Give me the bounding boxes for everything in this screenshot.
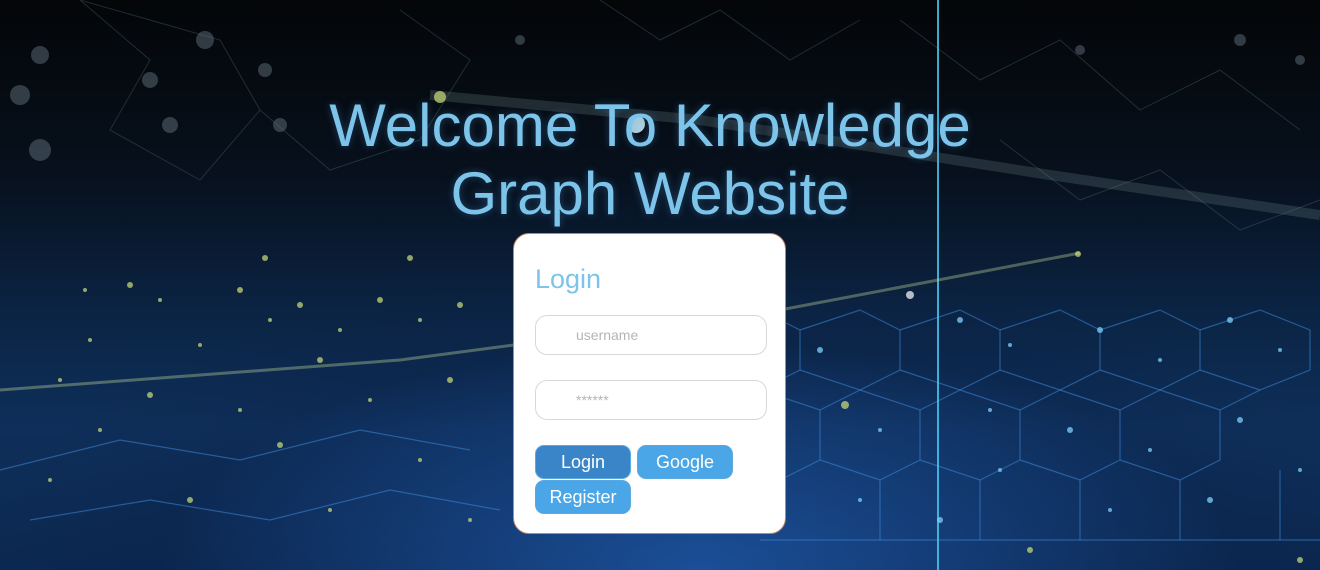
page-title: Welcome To Knowledge Graph Website: [329, 92, 971, 228]
password-input[interactable]: [535, 380, 767, 420]
register-button[interactable]: Register: [535, 480, 631, 514]
username-input[interactable]: [535, 315, 767, 355]
login-button[interactable]: Login: [535, 445, 631, 479]
login-card: Login Login Google Register: [513, 233, 786, 534]
google-login-button[interactable]: Google: [637, 445, 733, 479]
login-heading: Login: [535, 264, 602, 294]
